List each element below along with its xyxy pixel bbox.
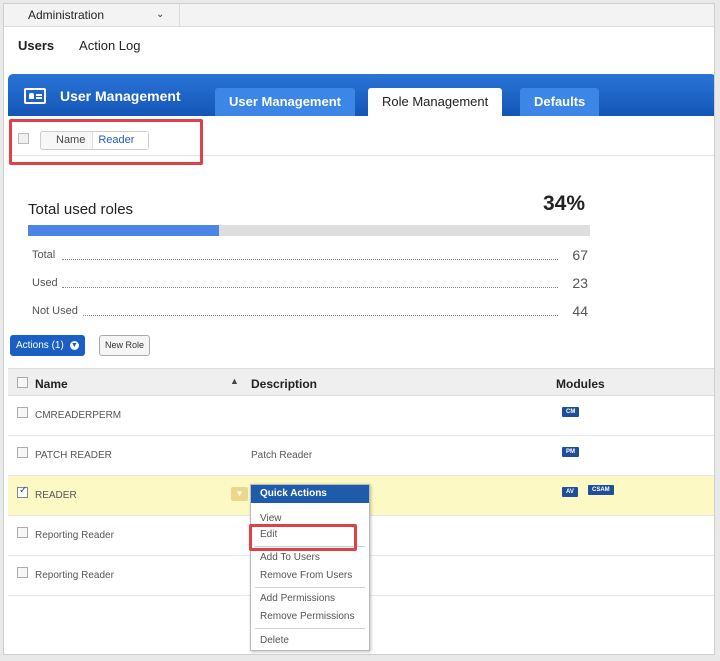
stat-value: 23 (572, 275, 588, 291)
table-row[interactable]: CMREADERPERM CM (8, 396, 714, 436)
admin-dropdown[interactable]: Administration ⌄ (14, 4, 180, 27)
actions-button-label: Actions (1) (16, 340, 64, 351)
stat-value: 67 (572, 247, 588, 263)
annotation-highlight-filter (9, 119, 203, 165)
admin-bar: Administration ⌄ (4, 4, 714, 27)
row-checkbox[interactable] (17, 527, 28, 538)
quick-actions-menu: Quick Actions View Edit Add To Users Rem… (250, 484, 370, 651)
role-name[interactable]: READER (35, 490, 77, 501)
row-checkbox-checked[interactable]: ✓ (17, 485, 28, 498)
checkmark-icon: ✓ (19, 485, 28, 496)
row-quick-actions-button[interactable]: ▼ (231, 487, 248, 501)
nav-item-action-log[interactable]: Action Log (79, 38, 140, 53)
role-name[interactable]: Reporting Reader (35, 530, 114, 541)
page-title: User Management (60, 88, 181, 104)
user-card-icon (24, 88, 46, 104)
row-checkbox[interactable] (17, 407, 28, 418)
column-header-description[interactable]: Description (251, 377, 317, 391)
menu-item-remove-from-users[interactable]: Remove From Users (260, 570, 352, 581)
chevron-down-icon: ▼ (235, 489, 244, 498)
menu-item-remove-permissions[interactable]: Remove Permissions (260, 611, 354, 622)
annotation-highlight-edit (249, 524, 357, 551)
role-name[interactable]: CMREADERPERM (35, 410, 121, 421)
stats-percent: 34% (543, 192, 586, 215)
dotted-leader (62, 315, 558, 316)
header-band: User Management User Management Role Man… (8, 74, 714, 116)
stat-row-not-used: Not Used 44 (32, 303, 588, 323)
menu-divider (255, 628, 365, 629)
chevron-down-icon: ⌄ (156, 9, 165, 20)
row-checkbox[interactable] (17, 447, 28, 458)
stat-row-total: Total 67 (32, 247, 588, 267)
stat-label: Total (32, 249, 60, 261)
usage-progress-bar (28, 225, 590, 236)
chevron-down-icon: ▼ (69, 340, 79, 350)
stat-label: Not Used (32, 305, 82, 317)
dotted-leader (62, 287, 558, 288)
row-checkbox[interactable] (17, 567, 28, 578)
menu-item-add-to-users[interactable]: Add To Users (260, 552, 320, 563)
admin-dropdown-label: Administration (28, 8, 105, 22)
stat-value: 44 (572, 303, 588, 319)
role-name[interactable]: Reporting Reader (35, 570, 114, 581)
column-header-name[interactable]: Name (35, 377, 68, 391)
module-badge: CSAM (588, 485, 614, 495)
role-description: Patch Reader (251, 450, 313, 461)
new-role-button[interactable]: New Role (99, 335, 151, 356)
menu-item-add-permissions[interactable]: Add Permissions (260, 593, 335, 604)
menu-item-view[interactable]: View (260, 513, 282, 524)
menu-divider (255, 587, 365, 588)
module-badge: AV (562, 487, 578, 497)
dotted-leader (62, 259, 558, 260)
module-badge: CM (562, 407, 580, 417)
top-nav: Users Action Log (18, 38, 162, 53)
nav-item-users[interactable]: Users (18, 38, 54, 53)
tab-role-management[interactable]: Role Management (368, 88, 503, 116)
stat-label: Used (32, 277, 62, 289)
module-badge: PM (562, 447, 579, 457)
actions-button[interactable]: Actions (1) ▼ (10, 335, 85, 356)
table-row[interactable]: PATCH READER Patch Reader PM (8, 436, 714, 476)
app-frame: Administration ⌄ Users Action Log User M… (3, 3, 715, 655)
stats-title: Total used roles (28, 201, 134, 218)
sort-ascending-icon[interactable]: ▲ (230, 376, 239, 386)
table-header: Name ▲ Description Modules (8, 368, 714, 396)
select-all-checkbox[interactable] (17, 377, 28, 388)
usage-progress-fill (28, 225, 220, 236)
quick-actions-title: Quick Actions (251, 485, 369, 503)
tab-user-management[interactable]: User Management (215, 88, 355, 116)
tab-defaults[interactable]: Defaults (520, 88, 600, 116)
column-header-modules[interactable]: Modules (556, 377, 605, 391)
role-name[interactable]: PATCH READER (35, 450, 112, 461)
stat-row-used: Used 23 (32, 275, 588, 295)
menu-item-delete[interactable]: Delete (260, 635, 289, 646)
